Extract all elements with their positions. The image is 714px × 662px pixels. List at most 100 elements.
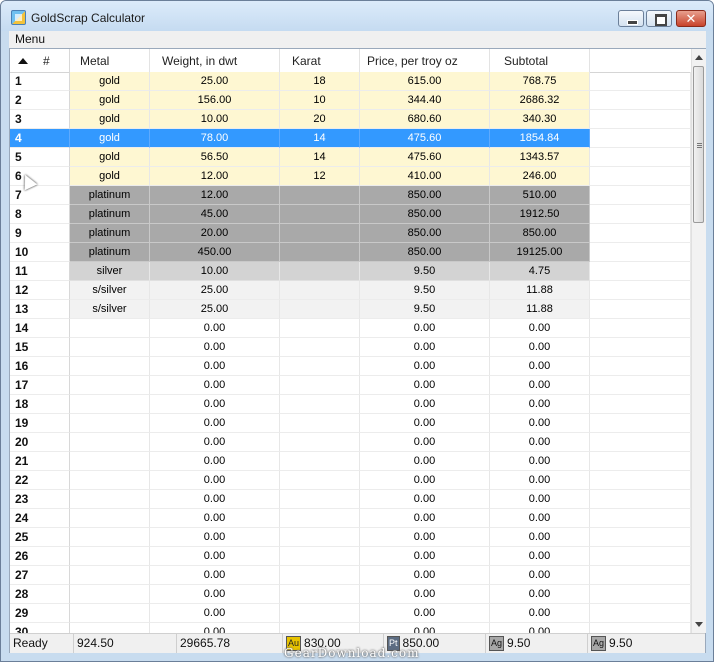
weight-cell[interactable]: 25.00 bbox=[150, 300, 280, 319]
row-number[interactable]: 18 bbox=[10, 395, 70, 414]
filler-cell[interactable] bbox=[590, 528, 691, 547]
karat-cell[interactable]: 20 bbox=[280, 110, 360, 129]
karat-cell[interactable] bbox=[280, 338, 360, 357]
subtotal-cell[interactable]: 1343.57 bbox=[490, 148, 590, 167]
price-cell[interactable]: 850.00 bbox=[360, 186, 490, 205]
metal-cell[interactable]: silver bbox=[70, 262, 150, 281]
column-header-subtotal[interactable]: Subtotal bbox=[490, 49, 590, 72]
metal-cell[interactable] bbox=[70, 471, 150, 490]
row-number[interactable]: 9 bbox=[10, 224, 70, 243]
filler-cell[interactable] bbox=[590, 471, 691, 490]
weight-cell[interactable]: 0.00 bbox=[150, 509, 280, 528]
menu-item[interactable]: Menu bbox=[15, 32, 45, 46]
subtotal-cell[interactable]: 0.00 bbox=[490, 528, 590, 547]
column-header-karat[interactable]: Karat bbox=[280, 49, 360, 72]
price-cell[interactable]: 0.00 bbox=[360, 414, 490, 433]
row-number[interactable]: 25 bbox=[10, 528, 70, 547]
weight-cell[interactable]: 20.00 bbox=[150, 224, 280, 243]
price-cell[interactable]: 0.00 bbox=[360, 357, 490, 376]
row-number[interactable]: 14 bbox=[10, 319, 70, 338]
subtotal-cell[interactable]: 0.00 bbox=[490, 547, 590, 566]
row-number[interactable]: 30 bbox=[10, 623, 70, 633]
filler-cell[interactable] bbox=[590, 300, 691, 319]
table-row[interactable]: 21 0.00 0.00 0.00 bbox=[10, 452, 691, 471]
metal-cell[interactable] bbox=[70, 376, 150, 395]
karat-cell[interactable] bbox=[280, 566, 360, 585]
karat-cell[interactable] bbox=[280, 395, 360, 414]
karat-cell[interactable] bbox=[280, 585, 360, 604]
filler-cell[interactable] bbox=[590, 585, 691, 604]
close-button[interactable]: ✕ bbox=[676, 10, 706, 27]
price-cell[interactable]: 0.00 bbox=[360, 452, 490, 471]
table-row[interactable]: 16 0.00 0.00 0.00 bbox=[10, 357, 691, 376]
table-row[interactable]: 10 platinum 450.00 850.00 19125.00 bbox=[10, 243, 691, 262]
table-row[interactable]: 18 0.00 0.00 0.00 bbox=[10, 395, 691, 414]
title-bar[interactable]: GoldScrap Calculator ✕ bbox=[1, 1, 713, 31]
subtotal-cell[interactable]: 0.00 bbox=[490, 604, 590, 623]
table-row[interactable]: 28 0.00 0.00 0.00 bbox=[10, 585, 691, 604]
price-cell[interactable]: 344.40 bbox=[360, 91, 490, 110]
price-cell[interactable]: 9.50 bbox=[360, 300, 490, 319]
weight-cell[interactable]: 0.00 bbox=[150, 585, 280, 604]
weight-cell[interactable]: 450.00 bbox=[150, 243, 280, 262]
karat-cell[interactable] bbox=[280, 452, 360, 471]
price-cell[interactable]: 0.00 bbox=[360, 338, 490, 357]
column-header-metal[interactable]: Metal bbox=[70, 49, 150, 72]
weight-cell[interactable]: 56.50 bbox=[150, 148, 280, 167]
metal-cell[interactable] bbox=[70, 433, 150, 452]
karat-cell[interactable]: 18 bbox=[280, 72, 360, 91]
row-number[interactable]: 28 bbox=[10, 585, 70, 604]
karat-cell[interactable] bbox=[280, 376, 360, 395]
metal-cell[interactable] bbox=[70, 585, 150, 604]
filler-cell[interactable] bbox=[590, 566, 691, 585]
row-number[interactable]: 16 bbox=[10, 357, 70, 376]
karat-cell[interactable] bbox=[280, 509, 360, 528]
price-cell[interactable]: 0.00 bbox=[360, 566, 490, 585]
filler-cell[interactable] bbox=[590, 281, 691, 300]
metal-cell[interactable]: gold bbox=[70, 148, 150, 167]
karat-cell[interactable]: 10 bbox=[280, 91, 360, 110]
metal-cell[interactable]: s/silver bbox=[70, 300, 150, 319]
price-cell[interactable]: 850.00 bbox=[360, 243, 490, 262]
weight-cell[interactable]: 0.00 bbox=[150, 414, 280, 433]
subtotal-cell[interactable]: 510.00 bbox=[490, 186, 590, 205]
row-number[interactable]: 15 bbox=[10, 338, 70, 357]
subtotal-cell[interactable]: 340.30 bbox=[490, 110, 590, 129]
price-cell[interactable]: 0.00 bbox=[360, 509, 490, 528]
table-row[interactable]: 23 0.00 0.00 0.00 bbox=[10, 490, 691, 509]
subtotal-cell[interactable]: 0.00 bbox=[490, 490, 590, 509]
filler-cell[interactable] bbox=[590, 243, 691, 262]
scroll-down-icon[interactable] bbox=[695, 622, 703, 627]
karat-cell[interactable] bbox=[280, 319, 360, 338]
metal-cell[interactable] bbox=[70, 414, 150, 433]
price-cell[interactable]: 0.00 bbox=[360, 319, 490, 338]
row-number[interactable]: 11 bbox=[10, 262, 70, 281]
row-number[interactable]: 29 bbox=[10, 604, 70, 623]
weight-cell[interactable]: 0.00 bbox=[150, 528, 280, 547]
price-cell[interactable]: 0.00 bbox=[360, 433, 490, 452]
karat-cell[interactable] bbox=[280, 357, 360, 376]
subtotal-cell[interactable]: 0.00 bbox=[490, 566, 590, 585]
subtotal-cell[interactable]: 2686.32 bbox=[490, 91, 590, 110]
weight-cell[interactable]: 0.00 bbox=[150, 338, 280, 357]
table-row[interactable]: 12 s/silver 25.00 9.50 11.88 bbox=[10, 281, 691, 300]
row-number[interactable]: 21 bbox=[10, 452, 70, 471]
scrollbar-thumb[interactable] bbox=[693, 66, 704, 223]
table-row[interactable]: 8 platinum 45.00 850.00 1912.50 bbox=[10, 205, 691, 224]
weight-cell[interactable]: 10.00 bbox=[150, 110, 280, 129]
karat-cell[interactable] bbox=[280, 528, 360, 547]
weight-cell[interactable]: 25.00 bbox=[150, 281, 280, 300]
karat-cell[interactable] bbox=[280, 262, 360, 281]
karat-cell[interactable] bbox=[280, 243, 360, 262]
filler-cell[interactable] bbox=[590, 604, 691, 623]
karat-cell[interactable] bbox=[280, 490, 360, 509]
weight-cell[interactable]: 0.00 bbox=[150, 566, 280, 585]
karat-cell[interactable] bbox=[280, 281, 360, 300]
subtotal-cell[interactable]: 0.00 bbox=[490, 414, 590, 433]
metal-cell[interactable] bbox=[70, 604, 150, 623]
table-row[interactable]: 24 0.00 0.00 0.00 bbox=[10, 509, 691, 528]
metal-cell[interactable]: gold bbox=[70, 91, 150, 110]
karat-cell[interactable] bbox=[280, 433, 360, 452]
row-number[interactable]: 13 bbox=[10, 300, 70, 319]
weight-cell[interactable]: 0.00 bbox=[150, 319, 280, 338]
